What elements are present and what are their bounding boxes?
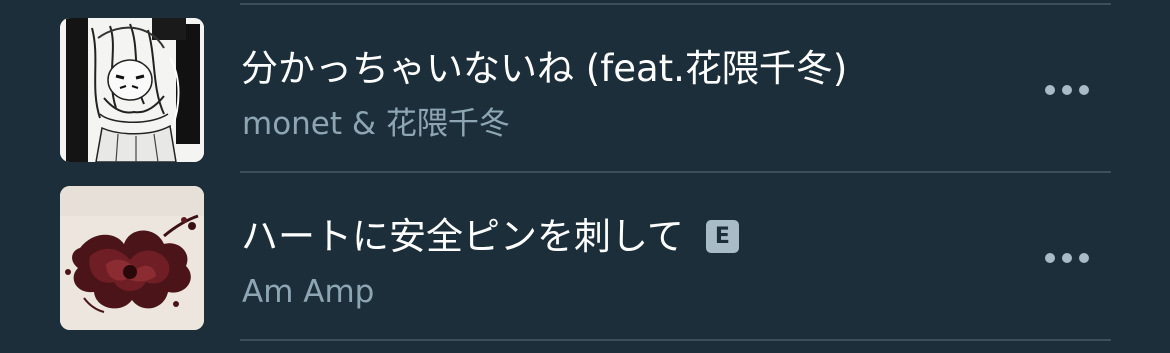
song-artist: Am Amp [242, 274, 375, 310]
explicit-badge: E [705, 220, 739, 253]
album-artwork [60, 18, 204, 162]
more-options-button[interactable] [1036, 75, 1098, 105]
list-divider [240, 339, 1111, 341]
album-artwork [60, 186, 204, 330]
song-title-text: 分かっちゃいないね (feat.花隈千冬) [241, 47, 848, 90]
manga-girl-artwork-image [60, 18, 204, 162]
song-title: ハートに安全ピンを刺して E [241, 218, 739, 255]
ellipsis-icon [1079, 85, 1089, 95]
song-title-text: ハートに安全ピンを刺して [241, 215, 684, 258]
song-artist: monet & 花隈千冬 [242, 106, 510, 142]
ellipsis-icon [1045, 253, 1055, 263]
song-row[interactable]: ハートに安全ピンを刺して E Am Amp [0, 174, 1170, 342]
ellipsis-icon [1062, 85, 1072, 95]
list-divider [240, 171, 1111, 173]
ellipsis-icon [1079, 253, 1089, 263]
song-row[interactable]: 分かっちゃいないね (feat.花隈千冬) monet & 花隈千冬 [0, 6, 1170, 174]
dark-red-flower-artwork-image [60, 186, 204, 330]
song-title: 分かっちゃいないね (feat.花隈千冬) [241, 50, 847, 87]
more-options-button[interactable] [1036, 243, 1098, 273]
ellipsis-icon [1062, 253, 1072, 263]
ellipsis-icon [1045, 85, 1055, 95]
list-divider [240, 3, 1111, 5]
